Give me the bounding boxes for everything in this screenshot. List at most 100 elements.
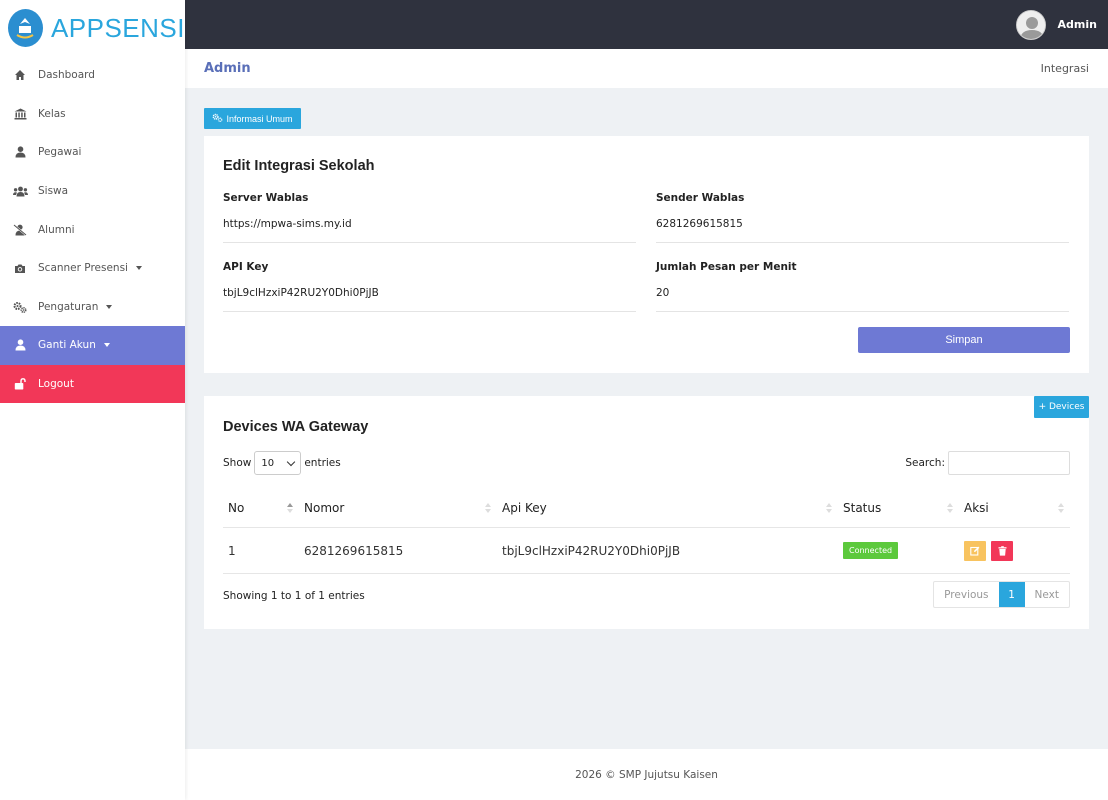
bank-icon: [12, 106, 28, 122]
unlock-icon: [12, 376, 28, 392]
chevron-down-icon: [103, 343, 110, 348]
sidebar-item-logout[interactable]: Logout: [0, 364, 185, 404]
user-name[interactable]: Admin: [1058, 18, 1097, 31]
chevron-down-icon: [135, 266, 142, 271]
edit-button[interactable]: [964, 540, 986, 561]
brand[interactable]: APPSENSI: [0, 0, 185, 56]
sidebar-item-label: Siswa: [38, 185, 69, 198]
table-header: No Nomor Api Key Status Aksi: [223, 488, 1070, 528]
pagination: Previous 1 Next: [933, 581, 1070, 608]
server-wablas-input[interactable]: https://mpwa-sims.my.id: [223, 218, 636, 243]
cell-aksi: [959, 528, 1070, 573]
cell-status: Connected: [838, 528, 959, 573]
column-header-nomor[interactable]: Nomor: [299, 488, 497, 527]
sidebar-item-siswa[interactable]: Siswa: [0, 172, 185, 211]
api-key-field: API Key tbjL9clHzxiP42RU2Y0Dhi0PjJB: [223, 261, 636, 312]
breadcrumb-current: Integrasi: [1040, 62, 1089, 75]
sidebar-item-label: Logout: [38, 378, 74, 391]
card-title: Devices WA Gateway: [223, 419, 369, 435]
api-key-input[interactable]: tbjL9clHzxiP42RU2Y0Dhi0PjJB: [223, 287, 636, 312]
user-icon: [12, 144, 28, 160]
sort-icon: [1058, 502, 1064, 513]
show-label: Show: [223, 457, 252, 469]
school-emblem-icon: [8, 9, 43, 47]
sidebar-item-pegawai[interactable]: Pegawai: [0, 133, 185, 172]
sidebar-item-alumni[interactable]: Alumni: [0, 210, 185, 249]
sidebar-item-label: Kelas: [38, 107, 66, 120]
sort-icon: [826, 502, 832, 513]
card-title: Edit Integrasi Sekolah: [223, 158, 375, 174]
sort-icon: [947, 502, 953, 513]
column-label: Aksi: [964, 500, 989, 515]
entries-value: 10: [261, 457, 275, 469]
user-slash-icon: [12, 222, 28, 238]
cell-no: 1: [228, 543, 236, 558]
devices-table: No Nomor Api Key Status Aksi 1 628126961…: [223, 488, 1070, 574]
gears-icon: [12, 299, 28, 315]
informasi-umum-label: Informasi Umum: [226, 113, 293, 124]
field-label: Server Wablas: [223, 192, 309, 204]
sidebar-item-scanner-presensi[interactable]: Scanner Presensi: [0, 249, 185, 288]
sender-wablas-field: Sender Wablas 6281269615815: [656, 192, 1069, 243]
pagination-next[interactable]: Next: [1025, 582, 1069, 607]
entries-label: entries: [304, 457, 341, 469]
sidebar-item-label: Pengaturan: [38, 300, 99, 313]
entries-select[interactable]: 10: [254, 451, 302, 475]
server-wablas-field: Server Wablas https://mpwa-sims.my.id: [223, 192, 636, 243]
column-header-aksi[interactable]: Aksi: [959, 488, 1070, 527]
topbar: Admin: [185, 0, 1108, 49]
avatar[interactable]: [1015, 9, 1046, 40]
search-label: Search:: [905, 457, 945, 469]
cell-api-key: tbjL9clHzxiP42RU2Y0Dhi0PjJB: [502, 543, 681, 558]
field-label: Jumlah Pesan per Menit: [656, 261, 797, 273]
column-header-api-key[interactable]: Api Key: [497, 488, 838, 527]
sidebar-item-pengaturan[interactable]: Pengaturan: [0, 288, 185, 327]
page-title: Admin: [204, 61, 251, 76]
column-header-status[interactable]: Status: [838, 488, 959, 527]
sidebar-item-ganti-akun[interactable]: Ganti Akun: [0, 326, 185, 365]
home-icon: [12, 67, 28, 83]
chevron-down-icon: [106, 304, 113, 309]
sidebar-item-label: Dashboard: [38, 69, 95, 82]
sidebar-item-label: Pegawai: [38, 146, 82, 159]
integration-form-card: Edit Integrasi Sekolah Server Wablas htt…: [204, 136, 1089, 373]
breadcrumb: Admin Integrasi: [185, 49, 1108, 88]
cell-nomor: 6281269615815: [304, 543, 404, 558]
column-label: Api Key: [502, 500, 547, 515]
entries-length: Show 10 entries: [223, 451, 341, 475]
informasi-umum-button[interactable]: Informasi Umum: [204, 108, 301, 129]
sort-icon: [485, 502, 491, 513]
column-label: Nomor: [304, 500, 345, 515]
chevron-down-icon: [287, 457, 296, 466]
column-header-no[interactable]: No: [223, 488, 299, 527]
gears-icon: [212, 113, 223, 124]
sender-wablas-input[interactable]: 6281269615815: [656, 218, 1069, 243]
delete-button[interactable]: [991, 540, 1013, 561]
footer-text: 2026 © SMP Jujutsu Kaisen: [575, 768, 718, 781]
sidebar-item-kelas[interactable]: Kelas: [0, 95, 185, 134]
camera-icon: [12, 260, 28, 276]
rate-limit-input[interactable]: 20: [656, 287, 1069, 312]
table-row: 1 6281269615815 tbjL9clHzxiP42RU2Y0Dhi0P…: [223, 528, 1070, 574]
table-search: Search:: [905, 451, 1070, 475]
table-info: Showing 1 to 1 of 1 entries: [223, 590, 365, 602]
sidebar-item-label: Scanner Presensi: [38, 262, 128, 275]
search-input[interactable]: [948, 451, 1070, 475]
simpan-button[interactable]: Simpan: [858, 327, 1070, 353]
sort-icon: [287, 502, 293, 513]
rate-limit-field: Jumlah Pesan per Menit 20: [656, 261, 1069, 312]
trash-icon: [998, 545, 1006, 556]
add-device-button[interactable]: + Devices: [1034, 396, 1089, 418]
brand-name: APPSENSI: [50, 12, 185, 43]
field-label: Sender Wablas: [656, 192, 745, 204]
pagination-page-1[interactable]: 1: [998, 582, 1025, 607]
pagination-previous[interactable]: Previous: [934, 582, 998, 607]
devices-card: Devices WA Gateway + Devices Show 10 ent…: [204, 396, 1089, 629]
footer: 2026 © SMP Jujutsu Kaisen: [185, 749, 1108, 800]
user-icon: [12, 337, 28, 353]
column-label: No: [228, 500, 245, 515]
sidebar: APPSENSI Dashboard Kelas Pegawai Siswa A…: [0, 0, 185, 800]
sidebar-item-dashboard[interactable]: Dashboard: [0, 56, 185, 95]
users-icon: [12, 183, 28, 199]
column-label: Status: [843, 500, 882, 515]
